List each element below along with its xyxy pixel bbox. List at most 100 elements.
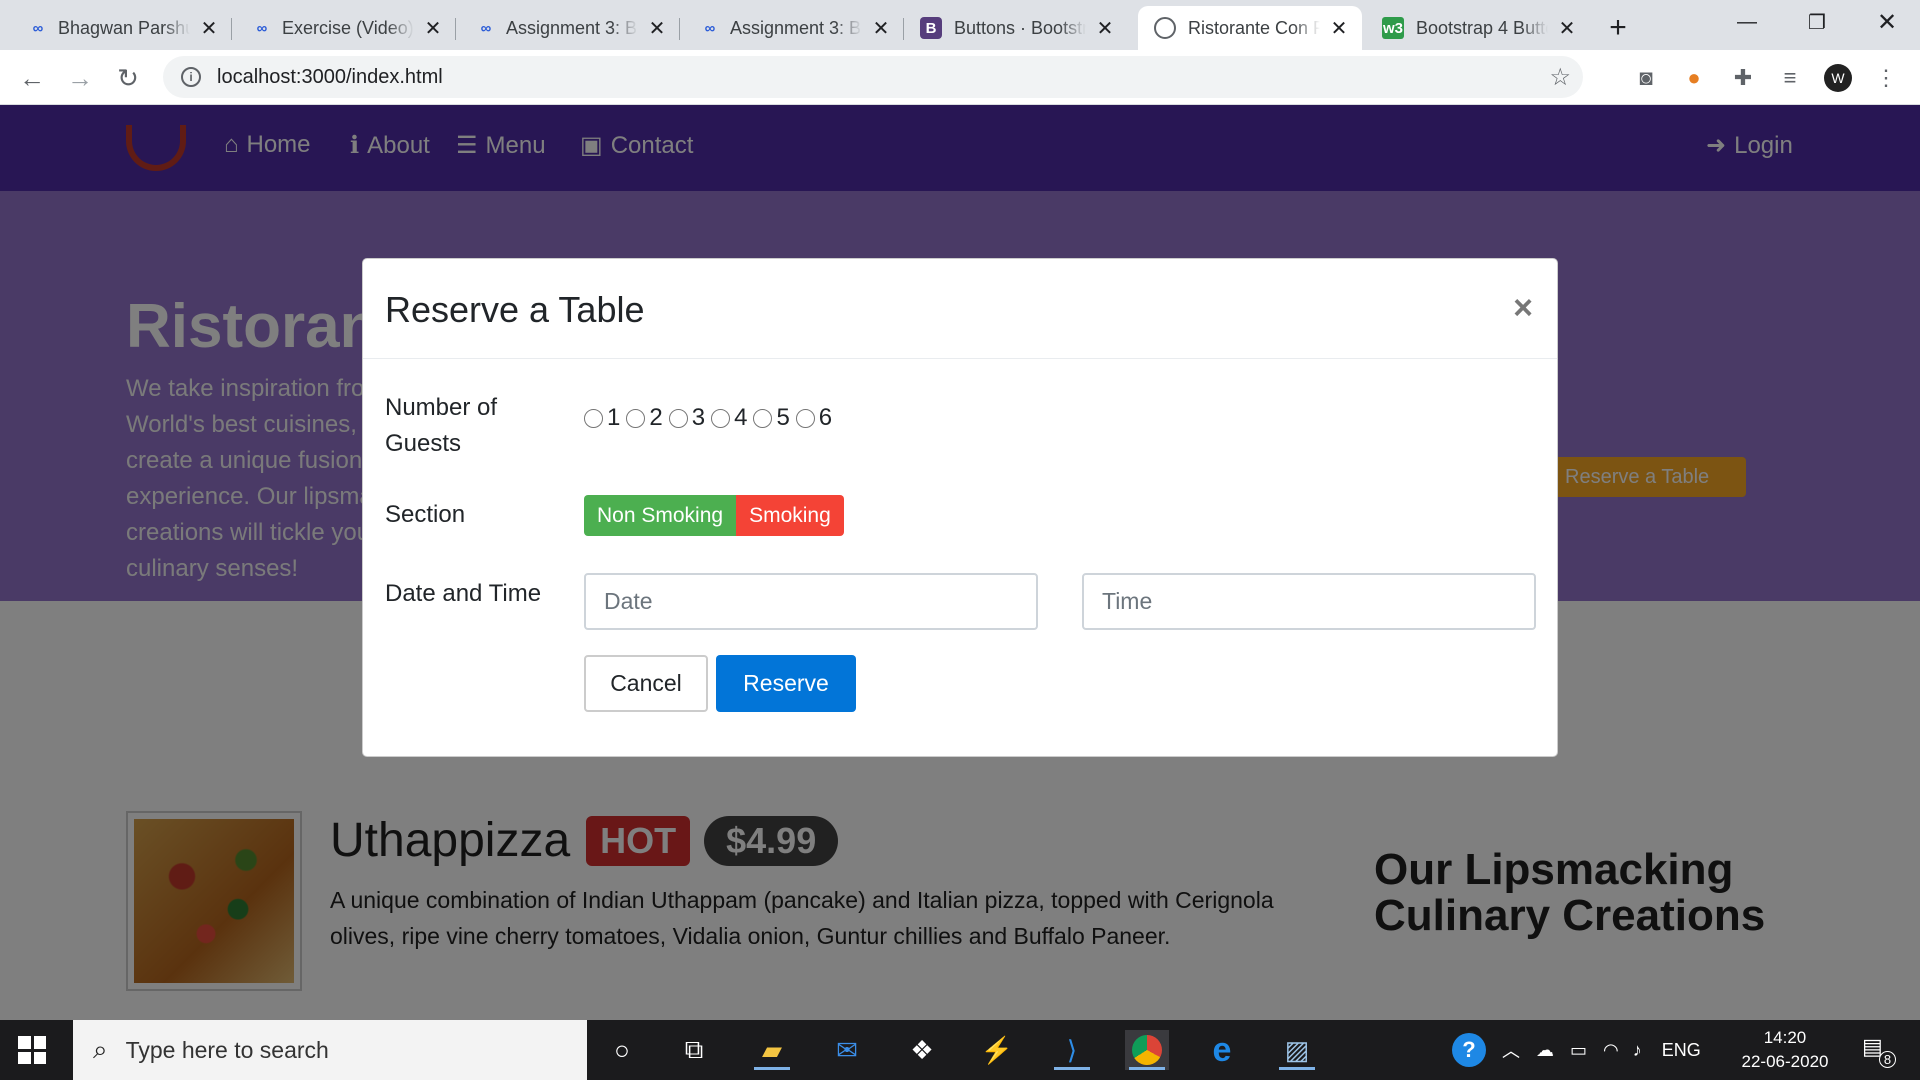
forward-icon[interactable]: → (60, 58, 100, 98)
modal-title: Reserve a Table (385, 289, 645, 330)
taskbar-search[interactable]: ⌕ Type here to search (73, 1020, 587, 1080)
dropbox-icon[interactable]: ❖ (900, 1030, 944, 1070)
guest-option[interactable]: 2 (626, 404, 663, 432)
w3-icon: w3 (1382, 17, 1404, 39)
browser-tab-active[interactable]: Ristorante Con Fusion ✕ (1138, 6, 1362, 50)
vscode-icon[interactable]: ⟩ (1050, 1030, 1094, 1070)
coursera-icon: ∞ (480, 19, 492, 37)
guest-option-label: 5 (776, 404, 790, 431)
back-icon[interactable]: ← (12, 58, 52, 98)
chrome-logo (1132, 1035, 1162, 1065)
running-indicator (1129, 1067, 1165, 1070)
close-tab-icon[interactable]: ✕ (870, 17, 892, 40)
battery-icon[interactable]: ▭ (1570, 1040, 1587, 1061)
app-icon[interactable]: ⚡ (975, 1030, 1019, 1070)
smoking-button[interactable]: Smoking (736, 495, 844, 536)
reserve-button[interactable]: Reserve (716, 655, 856, 712)
info-icon[interactable]: i (181, 67, 201, 87)
edge-icon[interactable]: e (1200, 1030, 1244, 1070)
radio-button[interactable] (626, 408, 646, 428)
non-smoking-button[interactable]: Non Smoking (584, 495, 737, 536)
browser-tab[interactable]: ∞ Bhagwan Parshuram ✕ (8, 6, 232, 50)
tab-title: Bhagwan Parshuram (58, 17, 190, 38)
running-indicator (1279, 1067, 1315, 1070)
close-tab-icon[interactable]: ✕ (1556, 17, 1578, 40)
radio-button[interactable] (668, 408, 688, 428)
section-button-group: Non Smoking Smoking (584, 495, 844, 536)
guest-option-label: 2 (649, 404, 663, 431)
chevron-up-icon[interactable]: ︿ (1502, 1037, 1520, 1063)
taskbar: ⌕ Type here to search ○ ⧉ ▰ ✉ ❖ ⚡ ⟩ e ▨ … (0, 1020, 1920, 1080)
coursera-icon: ∞ (32, 19, 44, 37)
task-view-icon[interactable]: ⧉ (672, 1030, 716, 1070)
globe-icon (1154, 17, 1176, 39)
search-placeholder: Type here to search (125, 1036, 329, 1063)
browser-tab[interactable]: w3 Bootstrap 4 Buttons ✕ (1366, 6, 1590, 50)
coursera-icon: ∞ (704, 19, 716, 37)
restore-icon[interactable]: ❐ (1782, 0, 1852, 44)
windows-start-icon[interactable] (18, 1036, 46, 1064)
radio-button[interactable] (795, 408, 815, 428)
guest-option[interactable]: 1 (584, 404, 620, 432)
new-tab-button[interactable]: + (1600, 10, 1636, 46)
chrome-icon[interactable] (1125, 1030, 1169, 1070)
guest-option[interactable]: 5 (753, 404, 790, 432)
camera-icon[interactable]: ◙ (1632, 64, 1660, 92)
guest-option-label: 4 (734, 404, 748, 431)
guest-option[interactable]: 4 (711, 404, 747, 432)
running-indicator (1054, 1067, 1090, 1070)
guest-option-label: 3 (691, 404, 706, 431)
tab-title: Buttons · Bootstrap (954, 17, 1086, 38)
modal-header: Reserve a Table × (363, 259, 1557, 359)
puzzle-icon[interactable]: ✚ (1729, 64, 1757, 92)
close-tab-icon[interactable]: ✕ (198, 17, 220, 40)
radio-button[interactable] (753, 408, 773, 428)
reload-icon[interactable]: ↻ (108, 58, 148, 98)
language-indicator[interactable]: ENG (1662, 1040, 1701, 1061)
extension-icon[interactable]: ● (1680, 64, 1708, 92)
guests-label: Number of Guests (385, 394, 498, 457)
menu-kebab-icon[interactable]: ⋮ (1872, 64, 1900, 92)
time-input[interactable]: Time (1082, 573, 1536, 630)
tab-strip: ∞ Bhagwan Parshuram ✕ ∞ Exercise (Video)… (0, 0, 1920, 50)
address-bar[interactable]: i localhost:3000/index.html ☆ (163, 56, 1583, 98)
browser-toolbar: ← → ↻ i localhost:3000/index.html ☆ ◙ ● … (0, 50, 1920, 105)
wifi-icon[interactable]: ◠ (1603, 1040, 1619, 1061)
url-text: localhost:3000/index.html (217, 65, 443, 88)
browser-tab[interactable]: ∞ Assignment 3: Bootstrap ✕ (680, 6, 904, 50)
close-tab-icon[interactable]: ✕ (1328, 17, 1350, 40)
radio-button[interactable] (711, 408, 731, 428)
close-tab-icon[interactable]: ✕ (1094, 17, 1116, 40)
cortana-icon[interactable]: ○ (600, 1030, 644, 1070)
radio-button[interactable] (584, 408, 603, 428)
help-icon[interactable]: ? (1452, 1033, 1486, 1067)
close-icon[interactable]: × (1513, 289, 1533, 328)
notification-badge: 8 (1879, 1051, 1896, 1068)
close-tab-icon[interactable]: ✕ (422, 17, 444, 40)
date-input[interactable]: Date (584, 573, 1038, 630)
close-window-icon[interactable]: ✕ (1852, 0, 1920, 44)
browser-tab[interactable]: ∞ Exercise (Video): Bootstrap ✕ (232, 6, 456, 50)
guest-option[interactable]: 6 (795, 404, 832, 432)
onedrive-icon[interactable]: ☁ (1536, 1040, 1554, 1061)
volume-icon[interactable]: ♪ (1633, 1040, 1642, 1061)
notification-icon[interactable]: ▤ 8 (1862, 1034, 1896, 1068)
web-page: ⌂ Home ℹ About ☰ Menu ▣ Contact ➜ Login … (0, 105, 1920, 1020)
clock-date: 22-06-2020 (1741, 1052, 1829, 1071)
clock[interactable]: 14:20 22-06-2020 (1730, 1026, 1840, 1074)
close-tab-icon[interactable]: ✕ (646, 17, 668, 40)
tab-title: Ristorante Con Fusion (1188, 17, 1320, 38)
coursera-icon: ∞ (256, 19, 268, 37)
notepad-icon[interactable]: ▨ (1275, 1030, 1319, 1070)
browser-tab[interactable]: ∞ Assignment 3: Bootstrap ✕ (456, 6, 680, 50)
minimize-icon[interactable]: — (1712, 0, 1782, 44)
bookmark-star-icon[interactable]: ☆ (1549, 63, 1571, 92)
mail-icon[interactable]: ✉ (825, 1030, 869, 1070)
media-queue-icon[interactable]: ≡ (1776, 64, 1804, 92)
file-explorer-icon[interactable]: ▰ (750, 1030, 794, 1070)
browser-tab[interactable]: B Buttons · Bootstrap ✕ (904, 6, 1128, 50)
profile-avatar[interactable]: W (1824, 64, 1852, 92)
guest-option[interactable]: 3 (668, 404, 706, 432)
cancel-button[interactable]: Cancel (584, 655, 708, 712)
system-tray: ? ︿ ☁ ▭ ◠ ♪ ENG (1452, 1020, 1701, 1080)
